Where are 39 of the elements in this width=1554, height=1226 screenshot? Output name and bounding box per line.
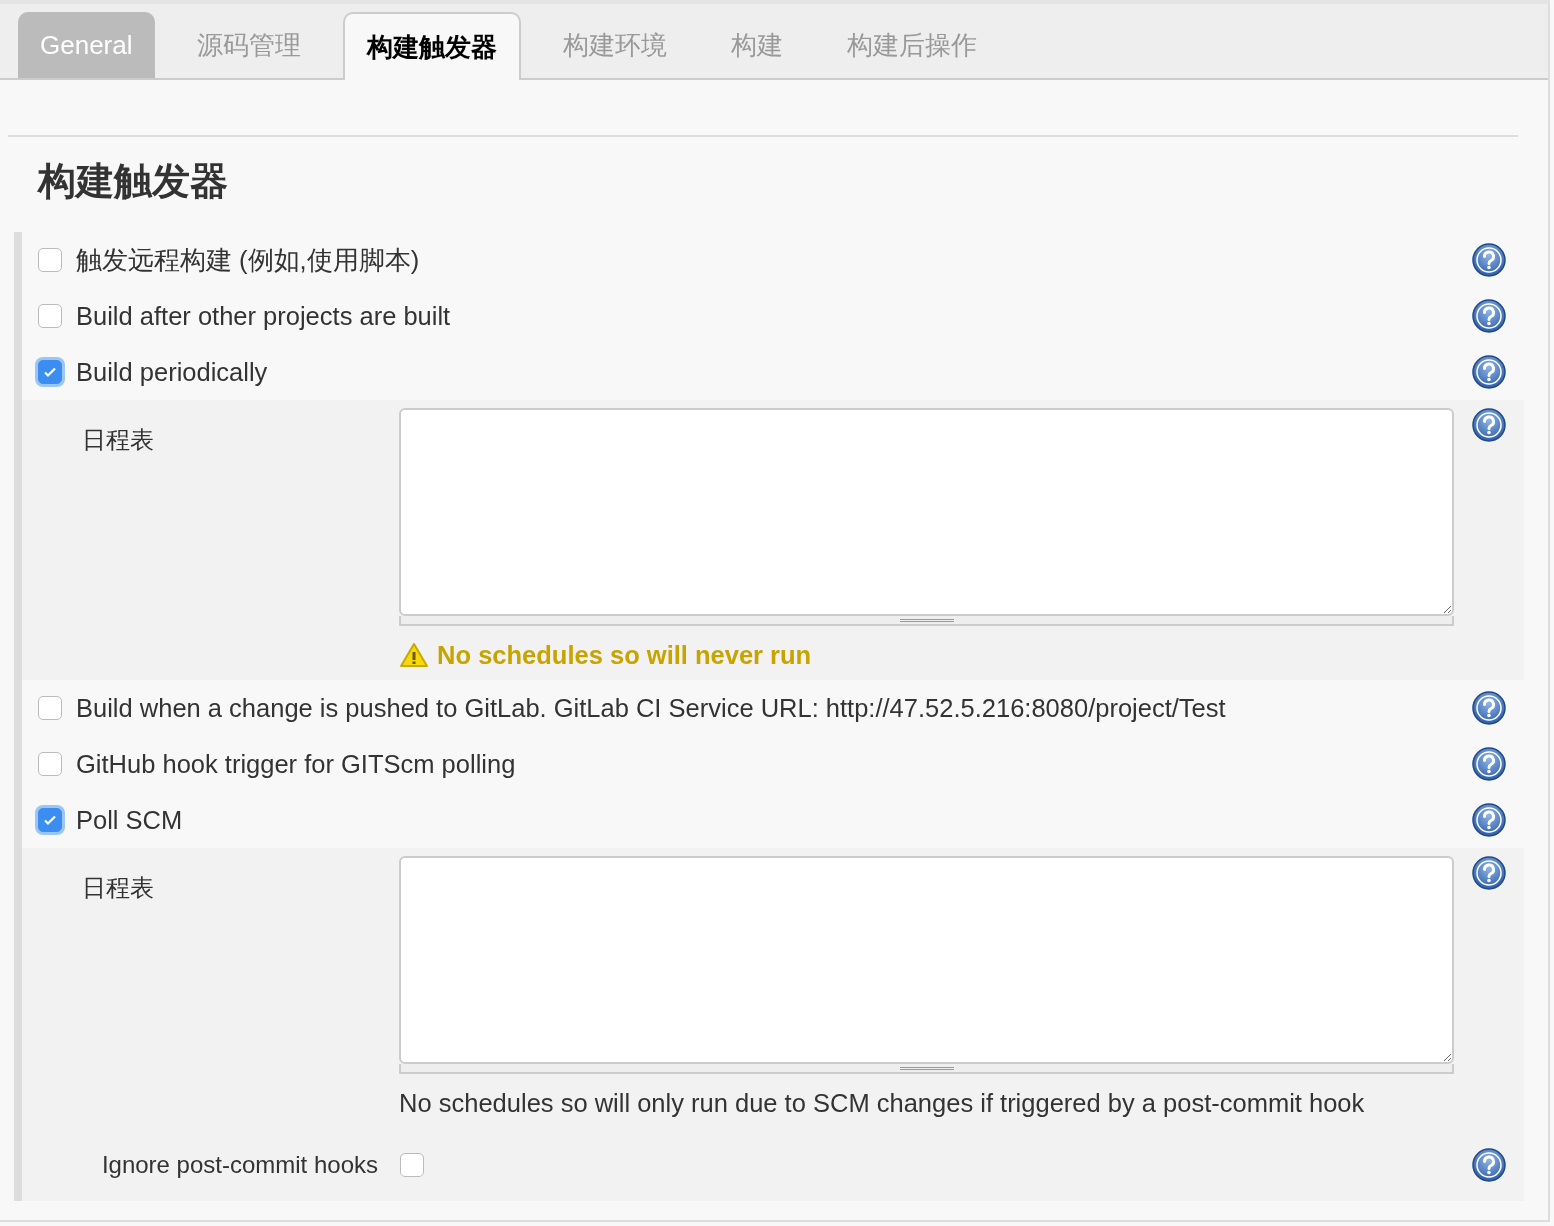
resize-grip[interactable] xyxy=(399,616,1454,626)
help-icon[interactable] xyxy=(1472,691,1506,726)
tab[interactable]: 构建后操作 xyxy=(824,12,999,78)
checkbox[interactable] xyxy=(38,304,62,328)
schedule-message: No schedules so will never run xyxy=(437,640,812,671)
help-icon[interactable] xyxy=(1472,1147,1506,1182)
warning-icon xyxy=(399,642,430,669)
help-icon[interactable] xyxy=(1472,408,1506,442)
checkbox[interactable] xyxy=(38,248,62,272)
checkbox[interactable] xyxy=(38,360,62,384)
checkbox[interactable] xyxy=(400,1152,424,1177)
checkbox-label: Poll SCM xyxy=(76,805,184,837)
checkbox[interactable] xyxy=(38,808,62,833)
help-icon[interactable] xyxy=(1472,355,1506,389)
tab[interactable]: General xyxy=(18,12,155,78)
field-label: 日程表 xyxy=(81,873,155,904)
checkbox[interactable] xyxy=(38,752,62,777)
checkbox-label: Build after other projects are built xyxy=(76,300,452,332)
section-title: 构建触发器 xyxy=(38,159,229,204)
help-icon[interactable] xyxy=(1472,747,1506,782)
schedule-field[interactable] xyxy=(399,408,1454,616)
help-icon[interactable] xyxy=(1472,856,1506,891)
schedule-field[interactable] xyxy=(399,856,1454,1065)
resize-grip[interactable] xyxy=(399,1064,1454,1075)
checkbox-label: Build when a change is pushed to GitLab. GitLab CI Service URL: http://47.52.5.216:8080/project/Test xyxy=(76,693,1227,725)
tab[interactable]: 构建环境 xyxy=(540,12,689,78)
help-icon[interactable] xyxy=(1472,243,1506,277)
tab[interactable]: 构建 xyxy=(708,12,805,78)
schedule-message: No schedules so will only run due to SCM changes if triggered by a post-commit hook xyxy=(399,1088,1365,1120)
help-icon[interactable] xyxy=(1472,299,1506,333)
checkbox-label: Build periodically xyxy=(76,356,269,388)
tab[interactable]: 构建触发器 xyxy=(342,12,521,80)
help-icon[interactable] xyxy=(1472,803,1506,838)
field-label: 日程表 xyxy=(81,425,155,455)
checkbox[interactable] xyxy=(38,696,62,721)
option-label: Ignore post-commit hooks xyxy=(100,1149,379,1180)
checkbox-label: GitHub hook trigger for GITScm polling xyxy=(76,749,517,781)
checkbox-label: 触发远程构建 (例如,使用脚本) xyxy=(76,244,421,276)
tab[interactable]: 源码管理 xyxy=(174,12,323,78)
